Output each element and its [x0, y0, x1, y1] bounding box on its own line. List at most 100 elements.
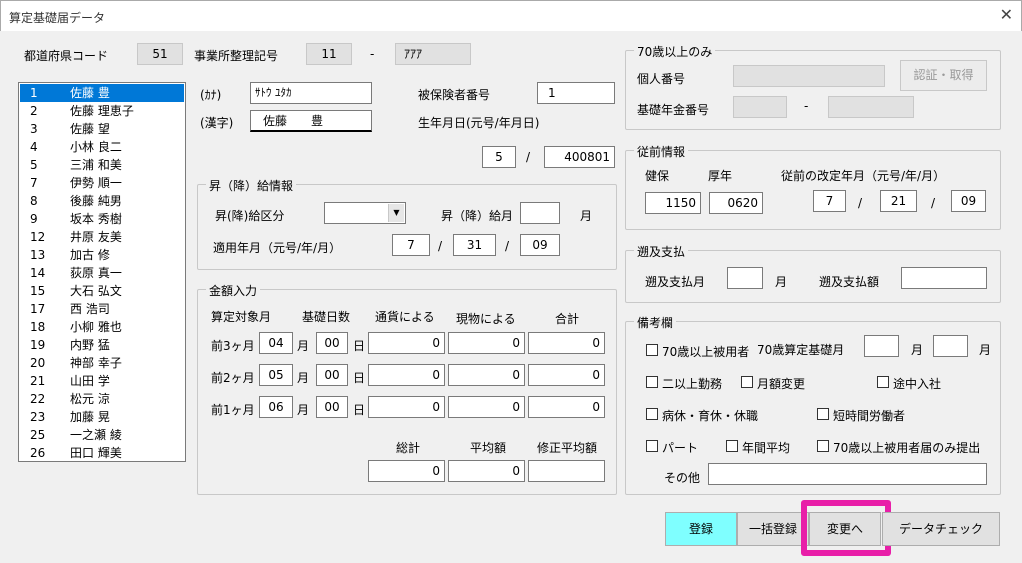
revised-year-input[interactable]: 21: [880, 190, 917, 212]
insured-no-input[interactable]: 1: [537, 82, 615, 104]
data-check-button[interactable]: データチェック: [882, 512, 1000, 546]
pension-no-input-2[interactable]: [828, 96, 914, 118]
calc-month-input-2[interactable]: [933, 335, 968, 357]
register-button[interactable]: 登録: [665, 512, 737, 546]
over70-employee-checkbox[interactable]: [646, 344, 658, 356]
personal-no-input[interactable]: [733, 65, 885, 87]
mid-join-checkbox[interactable]: [877, 376, 889, 388]
employee-list-item[interactable]: 22 松元 涼: [20, 390, 184, 408]
apply-month-input[interactable]: 09: [520, 234, 560, 256]
revised-month-input[interactable]: 09: [951, 190, 986, 212]
bulk-register-button[interactable]: 一括登録: [737, 512, 809, 546]
employee-list-item[interactable]: 12 井原 友美: [20, 228, 184, 246]
employee-list-item[interactable]: 8 後藤 純男: [20, 192, 184, 210]
personal-no-label: 個人番号: [637, 72, 686, 86]
pension-value-input[interactable]: 0620: [709, 192, 763, 214]
average-input[interactable]: 0: [448, 460, 525, 482]
row-total-input[interactable]: 0: [528, 332, 605, 354]
row-total-input[interactable]: 0: [528, 364, 605, 386]
employee-list-item[interactable]: 3 佐藤 望: [20, 120, 184, 138]
employee-list-item[interactable]: 15 大石 弘文: [20, 282, 184, 300]
raise-month-input[interactable]: [520, 202, 560, 224]
employee-list-item[interactable]: 4 小林 良二: [20, 138, 184, 156]
employee-list-item[interactable]: 5 三浦 和美: [20, 156, 184, 174]
annual-avg-checkbox[interactable]: [726, 440, 738, 452]
employee-list-item[interactable]: 23 加藤 晃: [20, 408, 184, 426]
target-month-input[interactable]: 06: [259, 396, 293, 418]
raise-type-dropdown[interactable]: ▼: [324, 202, 406, 224]
target-month-input[interactable]: 05: [259, 364, 293, 386]
birth-separator: /: [526, 150, 531, 164]
leave-checkbox[interactable]: [646, 408, 658, 420]
base-days-input[interactable]: 00: [316, 396, 348, 418]
office-code-label: 事業所整理記号: [194, 49, 279, 63]
apply-era-input[interactable]: 7: [392, 234, 430, 256]
revised-era-input[interactable]: 7: [813, 190, 846, 212]
base-days-input[interactable]: 00: [316, 364, 348, 386]
employee-list-item[interactable]: 25 一之瀬 綾: [20, 426, 184, 444]
employee-number: 9: [30, 212, 38, 226]
close-icon[interactable]: ✕: [1000, 5, 1013, 24]
short-time-checkbox[interactable]: [817, 408, 829, 420]
currency-amount-input[interactable]: 0: [368, 364, 445, 386]
employee-name: 坂本 秀樹: [70, 212, 122, 226]
multi-work-checkbox[interactable]: [646, 376, 658, 388]
employee-list-item[interactable]: 14 荻原 真一: [20, 264, 184, 282]
currency-amount-input[interactable]: 0: [368, 332, 445, 354]
employee-number: 3: [30, 122, 38, 136]
employee-name: 後藤 純男: [70, 194, 122, 208]
retro-month-input[interactable]: [727, 267, 763, 289]
employee-name: 加古 修: [70, 248, 110, 262]
health-value-input[interactable]: 1150: [645, 192, 701, 214]
employee-list-item[interactable]: 1 佐藤 豊: [20, 84, 184, 102]
employee-list-item[interactable]: 17 西 浩司: [20, 300, 184, 318]
part-checkbox[interactable]: [646, 440, 658, 452]
employee-list-item[interactable]: 13 加古 修: [20, 246, 184, 264]
previous-info-legend: 従前情報: [634, 143, 689, 160]
employee-list[interactable]: 1 佐藤 豊 2 佐藤 理恵子 3 佐藤 望 4 小林 良二 5 三浦 和美 7 伊勢 順一 8 後藤 純…: [18, 82, 186, 462]
employee-number: 23: [30, 410, 46, 424]
adjusted-average-input[interactable]: [528, 460, 605, 482]
employee-list-item[interactable]: 7 伊勢 順一: [20, 174, 184, 192]
over70-only-checkbox[interactable]: [817, 440, 829, 452]
employee-name: 佐藤 豊: [70, 86, 110, 100]
target-month-input[interactable]: 04: [259, 332, 293, 354]
employee-name: 内野 猛: [70, 338, 110, 352]
insured-no-label: 被保険者番号: [418, 88, 491, 102]
employee-number: 8: [30, 194, 38, 208]
employee-list-item[interactable]: 21 山田 学: [20, 372, 184, 390]
auth-get-button[interactable]: 認証・取得: [900, 60, 987, 91]
monthly-change-checkbox[interactable]: [741, 376, 753, 388]
col-currency-header: 通貨による: [375, 310, 435, 324]
employee-list-item[interactable]: 9 坂本 秀樹: [20, 210, 184, 228]
birth-era-input[interactable]: 5: [482, 146, 516, 168]
employee-number: 12: [30, 230, 46, 244]
calc-month-input-1[interactable]: [864, 335, 899, 357]
employee-list-item[interactable]: 18 小柳 雅也: [20, 318, 184, 336]
pension-no-input-1[interactable]: [733, 96, 787, 118]
kanji-name-input[interactable]: 佐藤 豊: [250, 110, 372, 132]
currency-amount-input[interactable]: 0: [368, 396, 445, 418]
kana-name-input[interactable]: ｻﾄｳ ﾕﾀｶ: [250, 82, 372, 104]
goods-amount-input[interactable]: 0: [448, 332, 525, 354]
employee-list-item[interactable]: 20 神部 幸子: [20, 354, 184, 372]
employee-name: 小林 良二: [70, 140, 122, 154]
col-total-header: 合計: [555, 312, 580, 326]
birth-date-input[interactable]: 400801: [544, 146, 615, 168]
goods-amount-input[interactable]: 0: [448, 364, 525, 386]
apply-sep-1: /: [438, 239, 443, 253]
retro-amount-input[interactable]: [901, 267, 987, 289]
base-days-input[interactable]: 00: [316, 332, 348, 354]
employee-list-item[interactable]: 26 田口 輝美: [20, 444, 184, 462]
sum-total-input[interactable]: 0: [368, 460, 445, 482]
employee-list-item[interactable]: 19 内野 猛: [20, 336, 184, 354]
calc-month-unit-1: 月: [911, 343, 924, 357]
employee-list-item[interactable]: 2 佐藤 理恵子: [20, 102, 184, 120]
apply-year-input[interactable]: 31: [453, 234, 496, 256]
employee-name: 小柳 雅也: [70, 320, 122, 334]
chevron-down-icon[interactable]: ▼: [388, 204, 404, 222]
other-input[interactable]: [708, 463, 987, 485]
employee-name: 大石 弘文: [70, 284, 122, 298]
row-total-input[interactable]: 0: [528, 396, 605, 418]
goods-amount-input[interactable]: 0: [448, 396, 525, 418]
